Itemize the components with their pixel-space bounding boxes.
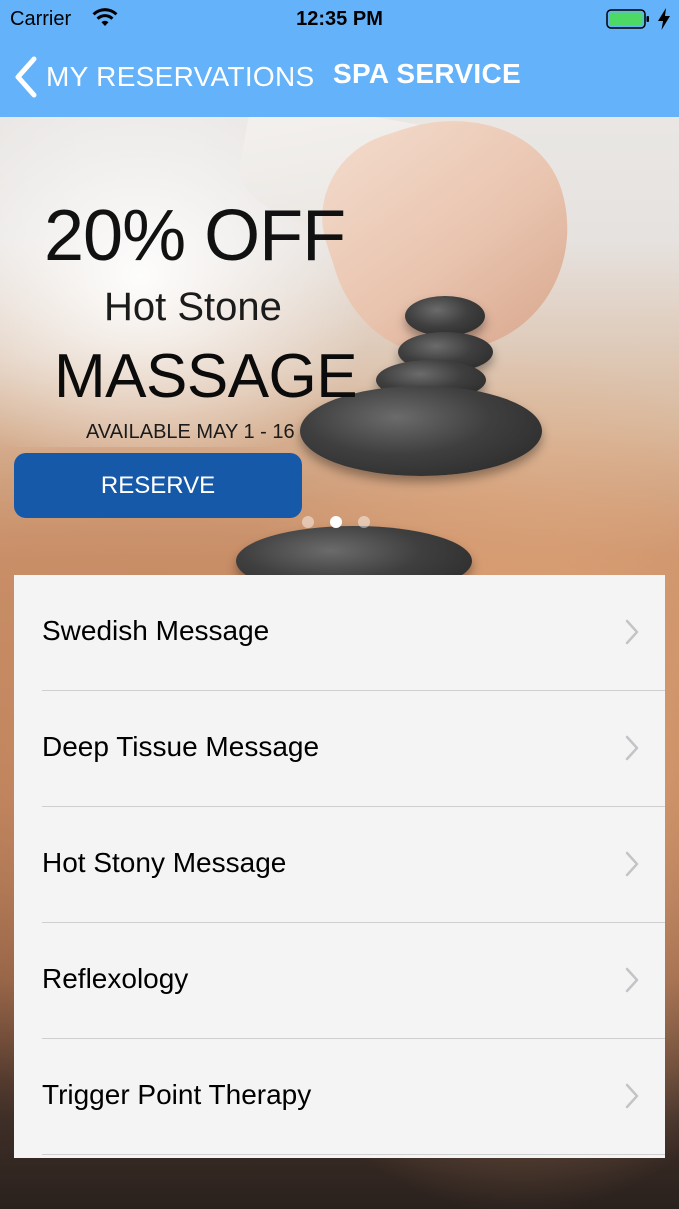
page-dot[interactable] [358, 516, 370, 528]
service-list: Swedish Message Deep Tissue Message Hot … [14, 575, 665, 1158]
promo-title: MASSAGE [54, 342, 358, 411]
chevron-right-icon [625, 1083, 639, 1109]
chevron-left-icon [15, 56, 37, 98]
chevron-right-icon [625, 619, 639, 645]
page-title: SPA SERVICE [333, 58, 521, 89]
promo-discount: 20% OFF [44, 196, 346, 276]
status-bar: Carrier 12:35 PM [0, 0, 679, 40]
list-item[interactable]: Swedish Message [14, 575, 665, 691]
chevron-right-icon [625, 967, 639, 993]
page-dot-active[interactable] [330, 516, 342, 528]
list-item-label: Deep Tissue Message [42, 731, 320, 762]
list-item-label: Hot Stony Message [42, 847, 287, 878]
chevron-right-icon [625, 735, 639, 761]
list-item[interactable]: Reflexology [14, 923, 665, 1039]
list-item[interactable]: Hot Stony Message [14, 807, 665, 923]
page-control[interactable] [302, 516, 370, 528]
page-dot[interactable] [302, 516, 314, 528]
list-item[interactable]: Trigger Point Therapy [14, 1039, 665, 1155]
promo-dates: AVAILABLE MAY 1 - 16 [86, 421, 295, 443]
reserve-button[interactable]: RESERVE [14, 453, 302, 518]
back-button[interactable]: MY RESERVATIONS [12, 56, 315, 98]
back-button-label: MY RESERVATIONS [46, 61, 315, 92]
promo-subtitle: Hot Stone [104, 285, 282, 329]
promo-banner[interactable]: 20% OFF Hot Stone MASSAGE AVAILABLE MAY … [0, 117, 679, 575]
list-item-label: Trigger Point Therapy [42, 1079, 312, 1110]
list-item-label: Reflexology [42, 963, 189, 994]
navigation-bar: MY RESERVATIONS SPA SERVICE [0, 40, 679, 117]
chevron-right-icon [625, 851, 639, 877]
battery-icon [606, 9, 649, 29]
list-item-label: Swedish Message [42, 615, 270, 646]
clock: 12:35 PM [296, 8, 383, 30]
charging-icon [658, 8, 670, 30]
list-item[interactable]: Deep Tissue Message [14, 691, 665, 807]
